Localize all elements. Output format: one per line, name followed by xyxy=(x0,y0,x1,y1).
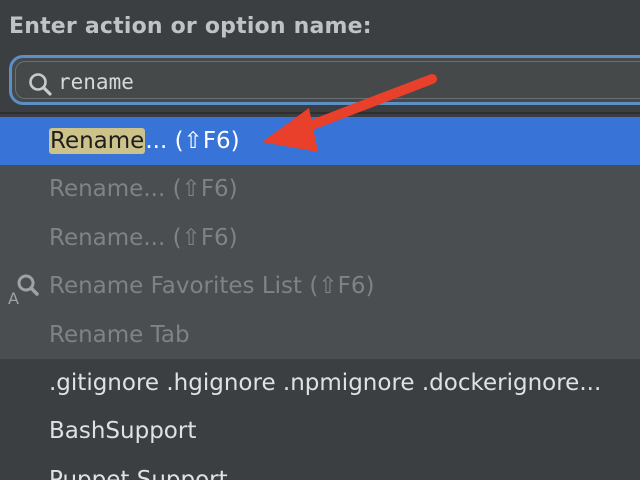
result-label: Rename... (⇧F6) xyxy=(49,176,238,203)
result-item[interactable]: BashSupport xyxy=(0,407,640,456)
result-label: Rename... (⇧F6) xyxy=(49,224,238,251)
divider xyxy=(0,112,640,114)
result-label: ... (⇧F6) xyxy=(145,128,240,154)
result-label: Rename Favorites List (⇧F6) xyxy=(49,273,375,300)
result-item[interactable]: .gitignore .hgignore .npmignore .dockeri… xyxy=(0,358,640,408)
result-item[interactable]: Rename Tab xyxy=(0,310,640,359)
result-item[interactable]: Rename... (⇧F6) xyxy=(0,117,640,166)
prompt-label: Enter action or option name: xyxy=(9,14,372,39)
search-input[interactable] xyxy=(58,65,618,99)
svg-text:A: A xyxy=(8,289,19,306)
find-action-icon: A xyxy=(8,274,39,306)
result-label: BashSupport xyxy=(49,418,197,445)
result-label: Puppet Support xyxy=(49,466,228,480)
result-label: Rename Tab xyxy=(49,321,190,348)
result-item[interactable]: Rename... (⇧F6) xyxy=(0,213,640,263)
result-item[interactable]: Puppet Support xyxy=(0,455,640,480)
find-action-popup: Enter action or option name: Rename... (… xyxy=(0,0,640,480)
search-icon xyxy=(29,73,52,96)
result-item[interactable]: Rename... (⇧F6) xyxy=(0,165,640,214)
search-field-frame xyxy=(15,61,640,99)
search-field-container xyxy=(9,55,640,105)
results-list: Rename... (⇧F6) Rename... (⇧F6) Rename..… xyxy=(0,117,640,480)
result-item[interactable]: A Rename Favorites List (⇧F6) xyxy=(0,262,640,311)
match-highlight: Rename xyxy=(49,128,146,154)
result-label: .gitignore .hgignore .npmignore .dockeri… xyxy=(49,369,602,396)
